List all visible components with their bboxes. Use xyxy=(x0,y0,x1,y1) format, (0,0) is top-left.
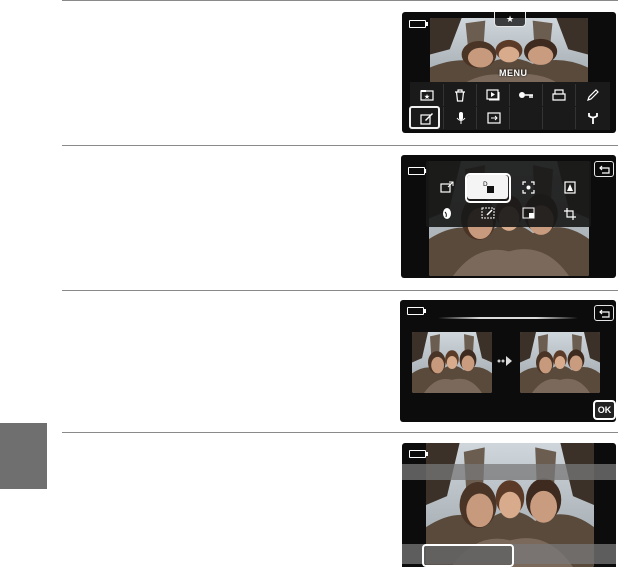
empty-slot xyxy=(509,107,543,129)
back-button[interactable] xyxy=(594,305,614,321)
separator-rule-3 xyxy=(62,290,618,291)
empty-slot xyxy=(542,107,576,129)
svg-text:★: ★ xyxy=(423,93,429,101)
after-photo xyxy=(520,332,600,393)
favorites-star-tab[interactable]: ★ xyxy=(494,12,526,27)
crop-icon[interactable] xyxy=(549,201,590,225)
message-band xyxy=(402,464,616,480)
selection-highlight xyxy=(409,106,440,129)
setup-wrench-icon[interactable] xyxy=(575,107,610,129)
slideshow-icon[interactable] xyxy=(476,84,510,106)
chapter-side-tab xyxy=(0,423,47,489)
favorites-icon[interactable]: ★ xyxy=(410,84,444,106)
copy-icon[interactable] xyxy=(476,107,510,129)
playback-photo xyxy=(430,18,588,91)
arrow-icon xyxy=(497,355,513,367)
battery-icon xyxy=(409,450,428,458)
camera-screen-result xyxy=(402,443,616,567)
before-photo xyxy=(412,332,492,393)
filter-effects-icon[interactable] xyxy=(549,175,590,199)
pencil-icon[interactable] xyxy=(575,84,609,106)
menu-icon-grid: ★ xyxy=(410,82,610,130)
result-action-button[interactable] xyxy=(422,544,514,567)
separator-rule-4 xyxy=(62,432,618,433)
camera-screen-playback-menu: ★ MENU ★ xyxy=(402,12,616,133)
battery-icon xyxy=(408,167,427,175)
menu-label: MENU xyxy=(499,68,528,78)
title-bar-line xyxy=(438,317,578,319)
print-icon[interactable] xyxy=(542,84,576,106)
camera-screen-before-after: OK xyxy=(400,300,616,422)
trash-icon[interactable] xyxy=(443,84,477,106)
ok-button[interactable]: OK xyxy=(593,400,616,420)
skin-softening-icon[interactable] xyxy=(508,175,549,199)
back-button[interactable] xyxy=(594,161,614,177)
battery-icon xyxy=(409,20,428,28)
voice-memo-icon[interactable] xyxy=(443,107,477,129)
photo-frame-icon[interactable] xyxy=(467,201,508,225)
camera-screen-edit-menu: D xyxy=(401,155,616,278)
selection-highlight xyxy=(465,173,511,203)
separator-rule-1 xyxy=(62,0,618,1)
quick-retouch-icon[interactable] xyxy=(426,175,467,199)
protect-key-icon[interactable] xyxy=(509,84,543,106)
battery-icon xyxy=(407,307,426,315)
glamour-retouch-icon[interactable] xyxy=(426,201,467,225)
separator-rule-2 xyxy=(62,145,618,146)
small-picture-icon[interactable] xyxy=(508,201,549,225)
